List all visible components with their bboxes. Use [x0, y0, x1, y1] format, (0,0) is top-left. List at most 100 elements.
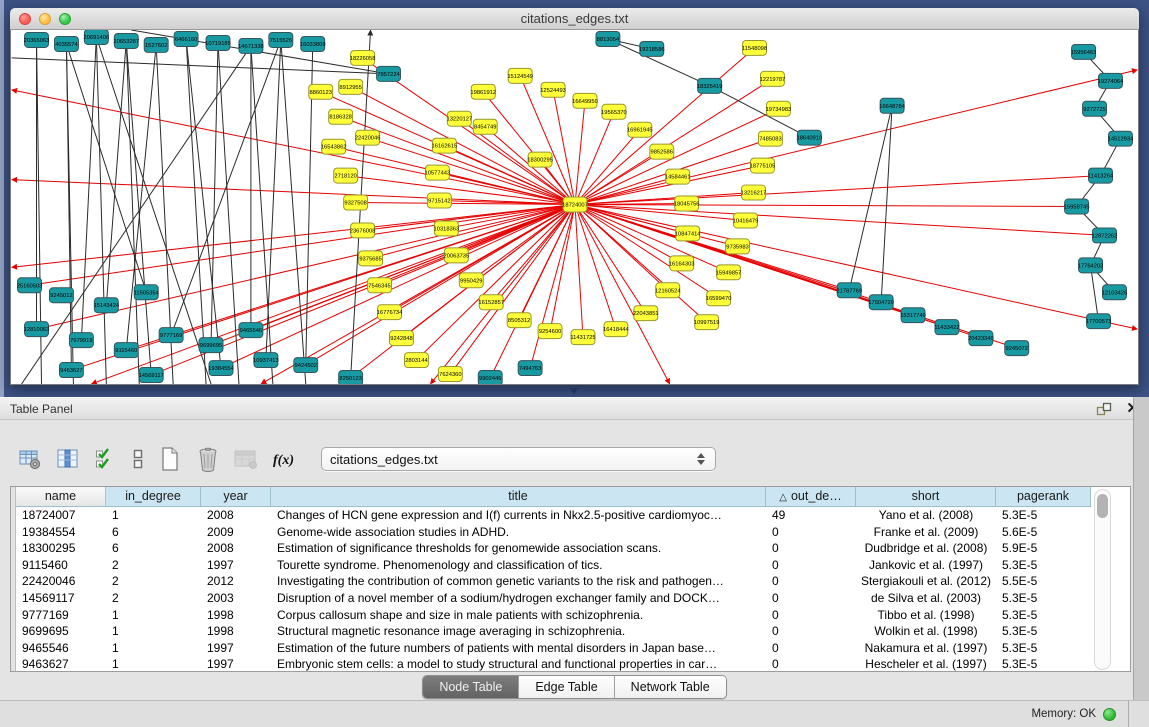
graph-node[interactable]: 10416479 [733, 213, 759, 228]
select-visible-columns-button[interactable] [91, 446, 121, 472]
column-header-year[interactable]: year [201, 487, 271, 507]
create-column-button[interactable] [155, 446, 185, 472]
graph-node[interactable]: 16164303 [669, 256, 695, 271]
tab-edge-table[interactable]: Edge Table [519, 676, 614, 698]
table-row[interactable]: 946554611997Estimation of the future num… [16, 640, 1091, 657]
network-window-titlebar[interactable]: citations_edges.txt [10, 8, 1139, 30]
minimize-window-button[interactable] [39, 13, 51, 25]
delete-column-button[interactable] [193, 446, 223, 472]
graph-node[interactable]: 21787769 [836, 283, 862, 298]
graph-node[interactable]: 12810063 [24, 322, 50, 337]
table-row[interactable]: 946362711997Embryonic stem cells: a mode… [16, 656, 1091, 673]
graph-node[interactable]: 25160503 [17, 278, 43, 293]
table-row[interactable]: 911546021997Tourette syndrome. Phenomeno… [16, 557, 1091, 574]
graph-node[interactable]: 9950429 [459, 273, 483, 288]
graph-node[interactable]: 9327508 [344, 195, 368, 210]
graph-node[interactable]: 14512934 [1108, 131, 1134, 146]
graph-node[interactable]: 19218586 [639, 41, 665, 56]
graph-node[interactable]: 9852586 [650, 144, 674, 159]
graph-node[interactable]: 15956463 [1071, 44, 1097, 59]
graph-node[interactable]: 19734983 [766, 101, 792, 116]
graph-node[interactable]: 7494763 [518, 361, 542, 376]
graph-node[interactable]: 22043851 [633, 306, 659, 321]
graph-node[interactable]: 6466160 [174, 31, 198, 46]
close-window-button[interactable] [19, 13, 31, 25]
graph-node[interactable]: 2803144 [404, 353, 428, 368]
graph-node[interactable]: 17604720 [868, 295, 894, 310]
column-header-short[interactable]: short [856, 487, 996, 507]
graph-node[interactable]: 14584461 [665, 169, 691, 184]
tab-node-table[interactable]: Node Table [423, 676, 519, 698]
graph-node[interactable]: 16776734 [377, 305, 403, 320]
graph-node[interactable]: 9699695 [199, 338, 223, 353]
graph-node[interactable]: 15958745 [1064, 199, 1090, 214]
graph-node[interactable]: 9424502 [294, 358, 318, 373]
graph-node[interactable]: 9465546 [239, 323, 263, 338]
graph-node[interactable]: 16648784 [879, 98, 905, 113]
column-header-name[interactable]: name [16, 487, 106, 507]
memory-status-indicator[interactable] [1103, 708, 1116, 721]
graph-node[interactable]: 9245072 [1005, 341, 1029, 356]
graph-node[interactable]: 9272725 [1083, 101, 1107, 116]
graph-node[interactable]: 18226058 [350, 50, 376, 65]
graph-node[interactable]: 18640910 [797, 130, 823, 145]
graph-node[interactable]: 11505354 [134, 285, 160, 300]
graph-node[interactable]: 11548098 [742, 40, 767, 55]
graph-node[interactable]: 16649950 [572, 93, 598, 108]
graph-node[interactable]: 20063735 [444, 248, 470, 263]
float-panel-button[interactable] [1096, 402, 1112, 416]
graph-node[interactable]: 10847414 [675, 226, 701, 241]
graph-node[interactable]: 1527602 [144, 37, 168, 52]
column-header-out_degree[interactable]: △out_de… [766, 487, 856, 507]
graph-node[interactable]: 17764203 [1078, 258, 1104, 273]
graph-node[interactable]: 18724007 [562, 197, 588, 212]
graph-node[interactable]: 2718120 [334, 168, 358, 183]
graph-node[interactable]: 20365063 [24, 32, 50, 47]
graph-node[interactable]: 15124549 [507, 68, 533, 83]
network-canvas[interactable]: 18724007 15124549 12524493 1664995019565370… [11, 30, 1138, 384]
graph-node[interactable]: 9463627 [59, 363, 83, 378]
graph-node[interactable]: 15949857 [716, 265, 742, 280]
graph-node[interactable]: 9245012 [49, 288, 73, 303]
graph-node[interactable]: 16599470 [706, 291, 732, 306]
graph-node[interactable]: 8860123 [309, 84, 333, 99]
graph-node[interactable]: 12103426 [1102, 285, 1128, 300]
graph-node[interactable]: 16152857 [478, 295, 504, 310]
graph-node[interactable]: 18775105 [750, 158, 776, 173]
graph-node[interactable]: 10997519 [694, 315, 720, 330]
table-row[interactable]: 969969511998Structural magnetic resonanc… [16, 623, 1091, 640]
graph-node[interactable]: 10577443 [425, 165, 451, 180]
graph-node[interactable]: 7546345 [368, 278, 392, 293]
graph-node[interactable]: 15143424 [93, 298, 119, 313]
graph-node[interactable]: 7485083 [758, 131, 782, 146]
graph-node[interactable]: 14671338 [238, 38, 264, 53]
graph-node[interactable]: 9242848 [390, 331, 414, 346]
graph-node[interactable]: 8813054 [596, 31, 620, 46]
graph-node[interactable]: 12160524 [655, 283, 681, 298]
graph-node[interactable]: 9715142 [427, 193, 451, 208]
graph-node[interactable]: 16162615 [432, 138, 458, 153]
table-row[interactable]: 1456911722003Disruption of a novel membe… [16, 590, 1091, 607]
graph-node[interactable]: 8250123 [339, 371, 363, 384]
graph-node[interactable]: 7515526 [269, 32, 293, 47]
graph-node[interactable]: 16418444 [603, 322, 629, 337]
table-selector-dropdown[interactable]: citations_edges.txt [321, 447, 716, 471]
graph-node[interactable]: 8912955 [339, 79, 363, 94]
graph-node[interactable]: 18300295 [527, 152, 553, 167]
tab-network-table[interactable]: Network Table [615, 676, 726, 698]
scrollbar-thumb[interactable] [1097, 494, 1108, 518]
column-header-in_degree[interactable]: in_degree [106, 487, 201, 507]
graph-node[interactable]: 16543862 [321, 139, 347, 154]
graph-node[interactable]: 19274064 [1098, 73, 1124, 88]
graph-node[interactable]: 8505312 [507, 313, 531, 328]
graph-node[interactable]: 19861912 [470, 84, 496, 99]
graph-node[interactable]: 14569117 [139, 368, 164, 383]
graph-node[interactable]: 9735983 [726, 239, 750, 254]
graph-node[interactable]: 19565370 [601, 104, 627, 119]
table-row[interactable]: 1830029562008Estimation of significance … [16, 540, 1091, 557]
table-row[interactable]: 977716911998Corpus callosum shape and si… [16, 607, 1091, 624]
graph-node[interactable]: 12524493 [540, 82, 566, 97]
graph-node[interactable]: 7857224 [377, 66, 401, 81]
table-row[interactable]: 2242004622012Investigating the contribut… [16, 573, 1091, 590]
table-vertical-scrollbar[interactable] [1094, 489, 1111, 670]
